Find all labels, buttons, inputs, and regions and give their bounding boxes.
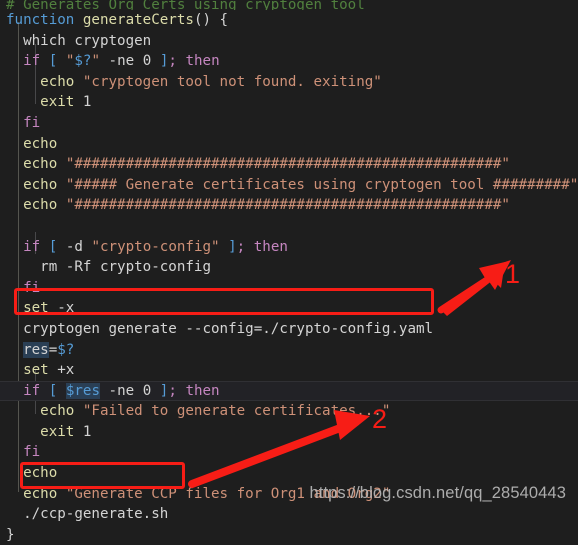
code-line[interactable]: echo "cryptogen tool not found. exiting" [0, 72, 578, 93]
code-line[interactable]: echo "##################################… [0, 154, 578, 175]
code-line[interactable]: if [ "$?" -ne 0 ]; then [0, 51, 578, 72]
code-line[interactable]: } [0, 525, 578, 545]
code-line[interactable] [0, 216, 578, 237]
code-line[interactable]: if [ -d "crypto-config" ]; then [0, 237, 578, 258]
code-line[interactable]: which cryptogen [0, 31, 578, 52]
code-line[interactable]: echo [0, 134, 578, 155]
watermark-url: https://blog.csdn.net/qq_28540443 [309, 484, 566, 502]
code-token-command: cryptogen generate --config=./crypto-con… [23, 320, 434, 337]
code-line[interactable]: fi [0, 442, 578, 463]
code-token-string: "Failed to generate certificates..." [82, 403, 391, 420]
code-token-command: ./ccp-generate.sh [23, 506, 169, 523]
annotation-2-label: 2 [372, 404, 388, 434]
code-editor[interactable]: # Generates Org Certs using cryptogen to… [0, 0, 578, 543]
code-token-string: "cryptogen tool not found. exiting" [82, 73, 382, 90]
code-token-string: "#######################################… [65, 197, 510, 214]
code-line[interactable]: echo "##### Generate certificates using … [0, 175, 578, 196]
code-token-function-name: generateCerts [82, 12, 194, 28]
code-line[interactable]: set +x [0, 360, 578, 381]
code-line[interactable]: fi [0, 113, 578, 134]
code-token-command: which cryptogen [23, 32, 152, 49]
code-token-keyword: function [6, 12, 75, 28]
code-line-current[interactable]: if [ $res -ne 0 ]; then [0, 380, 578, 402]
code-line[interactable]: exit 1 [0, 422, 578, 443]
code-token-string: "##### Generate certificates using crypt… [65, 176, 578, 193]
code-line[interactable]: exit 1 [0, 92, 578, 113]
code-line[interactable]: echo "Failed to generate certificates...… [0, 401, 578, 422]
code-line[interactable]: rm -Rf crypto-config [0, 257, 578, 278]
code-line[interactable]: # Generates Org Certs using cryptogen to… [0, 0, 578, 10]
code-token-comment: # Generates Org Certs using cryptogen to… [6, 0, 365, 10]
code-line[interactable]: function generateCerts() { [0, 10, 578, 31]
code-line[interactable]: res=$? [0, 340, 578, 361]
code-line-boxed-1[interactable]: cryptogen generate --config=./crypto-con… [0, 319, 578, 340]
code-line[interactable]: echo [0, 463, 578, 484]
code-content[interactable]: # Generates Org Certs using cryptogen to… [0, 0, 578, 545]
code-line[interactable]: fi [0, 278, 578, 299]
code-line[interactable]: echo "##################################… [0, 195, 578, 216]
annotation-1-label: 1 [505, 259, 521, 289]
code-line[interactable]: set -x [0, 298, 578, 319]
code-token-string: "#######################################… [65, 156, 510, 173]
code-line-boxed-2[interactable]: ./ccp-generate.sh [0, 504, 578, 525]
